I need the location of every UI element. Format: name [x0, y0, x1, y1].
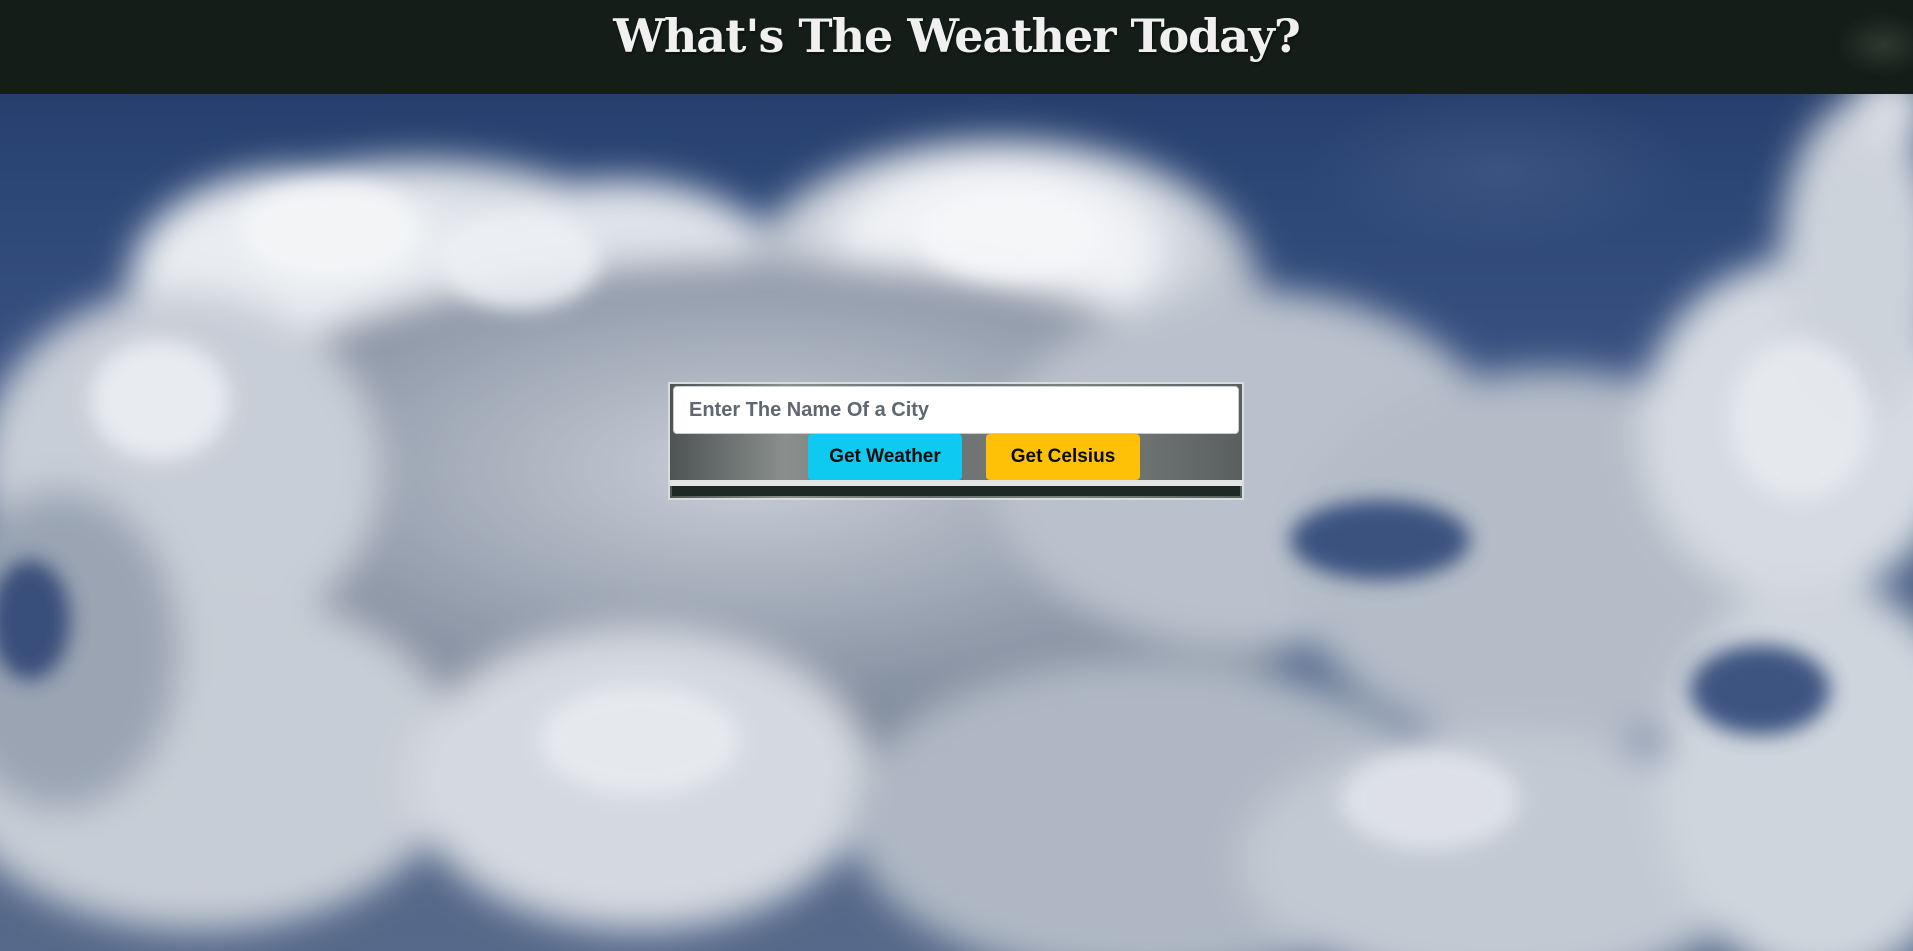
- get-weather-button[interactable]: Get Weather: [808, 434, 962, 480]
- header-bar: What's The Weather Today?: [0, 0, 1913, 94]
- get-celsius-button[interactable]: Get Celsius: [986, 434, 1140, 480]
- city-search-input[interactable]: [673, 386, 1239, 434]
- weather-result-area: [672, 486, 1240, 496]
- search-panel: Get Weather Get Celsius: [668, 382, 1244, 500]
- page-title: What's The Weather Today?: [613, 9, 1301, 63]
